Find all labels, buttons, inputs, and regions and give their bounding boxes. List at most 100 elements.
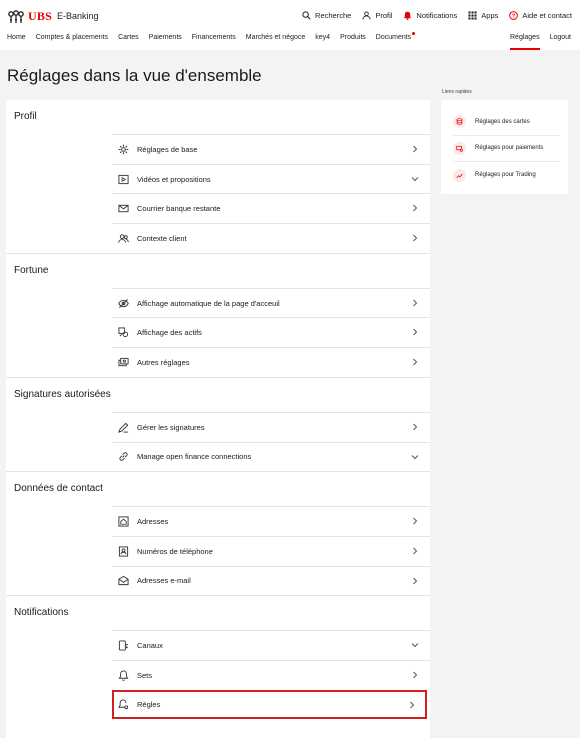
channels-icon — [118, 640, 129, 651]
chevron-down-icon — [411, 175, 419, 183]
contact-card-icon — [118, 546, 129, 557]
settings-row-asset-display[interactable]: Affichage des actifs — [112, 317, 430, 347]
bell-settings-icon — [118, 699, 129, 710]
settings-row-rules[interactable]: Règles — [112, 689, 427, 720]
row-label: Canaux — [137, 641, 163, 651]
settings-row-client-context[interactable]: Contexte client — [112, 223, 430, 253]
profile-button[interactable]: Profil — [362, 11, 392, 20]
row-label: Vidéos et propositions — [137, 174, 211, 184]
settings-row-mail-hold[interactable]: Courrier banque restante — [112, 193, 430, 223]
row-label: Manage open finance connections — [137, 452, 252, 462]
row-label: Règles — [137, 700, 161, 710]
svg-text:?: ? — [512, 14, 516, 20]
video-icon — [118, 174, 129, 185]
trading-icon — [453, 168, 466, 182]
nav-financing[interactable]: Financements — [192, 34, 236, 50]
apps-grid-icon — [468, 11, 477, 20]
settings-row-phone-numbers[interactable]: Numéros de téléphone — [112, 535, 430, 566]
help-contact-button[interactable]: ? Aide et contact — [509, 11, 572, 20]
settings-row-manage-signatures[interactable]: Gérer les signatures — [112, 411, 430, 442]
section-title: Données de contact — [14, 483, 103, 495]
link-icon — [118, 451, 129, 462]
nav-logout[interactable]: Logout — [550, 34, 571, 50]
chevron-right-icon — [411, 577, 419, 585]
settings-row-channels[interactable]: Canaux — [112, 630, 430, 660]
bell-icon — [403, 11, 412, 20]
settings-row-addresses[interactable]: Adresses — [112, 506, 430, 536]
nav-payments[interactable]: Paiements — [149, 34, 182, 50]
chevron-right-icon — [411, 517, 419, 525]
row-label: Autres réglages — [137, 357, 190, 367]
row-label: Gérer les signatures — [137, 422, 205, 432]
chevron-right-icon — [411, 299, 419, 307]
brand-name: UBS — [28, 9, 52, 23]
new-indicator-dot — [412, 32, 416, 35]
search-label: Recherche — [315, 11, 352, 20]
chevron-right-icon — [411, 234, 419, 242]
chevron-right-icon — [408, 701, 416, 709]
profile-icon — [362, 11, 371, 20]
section-title: Profil — [14, 111, 37, 122]
settings-row-basic[interactable]: Réglages de base — [112, 134, 430, 164]
profile-label: Profil — [375, 11, 393, 20]
apps-button[interactable]: Apps — [468, 11, 498, 20]
quick-link-trading-settings[interactable]: Réglages pour Trading — [453, 162, 560, 189]
row-label: Contexte client — [137, 233, 187, 243]
app-name: E-Banking — [57, 11, 99, 21]
quick-link-card-settings[interactable]: Réglages des cartes — [453, 109, 560, 136]
settings-row-open-finance[interactable]: Manage open finance connections — [112, 441, 430, 472]
settings-row-email-addresses[interactable]: Adresses e-mail — [112, 565, 430, 596]
help-label: Aide et contact — [522, 11, 572, 20]
chevron-right-icon — [411, 547, 419, 555]
nav-key4[interactable]: key4 — [315, 34, 330, 50]
card-settings-icon — [453, 115, 466, 129]
nav-accounts[interactable]: Comptes & placements — [36, 34, 108, 50]
settings-row-sets[interactable]: Sets — [112, 659, 430, 690]
users-icon — [118, 233, 129, 244]
chevron-right-icon — [411, 671, 419, 679]
quick-link-label: Réglages pour Trading — [475, 172, 536, 179]
row-label: Sets — [137, 670, 153, 680]
nav-products[interactable]: Produits — [340, 34, 366, 50]
top-bar: UBS E-Banking Recherche Profil Notificat… — [0, 0, 580, 50]
eye-off-icon — [118, 298, 129, 309]
nav-settings[interactable]: Réglages — [510, 34, 540, 50]
chevron-down-icon — [411, 453, 419, 461]
settings-row-other[interactable]: Autres réglages — [112, 347, 430, 377]
settings-row-videos[interactable]: Vidéos et propositions — [112, 163, 430, 194]
chevron-down-icon — [411, 641, 419, 649]
page-title: Réglages dans la vue d'ensemble — [7, 66, 262, 85]
ubs-logo[interactable]: UBS — [7, 9, 52, 24]
search-button[interactable]: Recherche — [302, 11, 351, 20]
keys-logo-icon — [7, 9, 25, 24]
notifications-button[interactable]: Notifications — [403, 11, 457, 20]
gear-icon — [118, 144, 129, 155]
chevron-right-icon — [411, 358, 419, 366]
quick-link-label: Réglages des cartes — [475, 118, 530, 125]
section-signatures: Signatures autorisées Gérer les signatur… — [6, 378, 430, 473]
mail-icon — [118, 203, 129, 214]
home-icon — [118, 516, 129, 527]
nav-markets[interactable]: Marchés et négoce — [246, 34, 306, 50]
nav-documents-label: Documents — [375, 34, 412, 41]
row-label: Courrier banque restante — [137, 204, 221, 214]
signature-icon — [118, 422, 129, 433]
chevron-right-icon — [411, 204, 419, 212]
nav-home[interactable]: Home — [7, 34, 26, 50]
payment-settings-icon — [453, 141, 466, 155]
quick-link-label: Réglages pour paiements — [475, 145, 544, 152]
row-label: Réglages de base — [137, 144, 198, 154]
nav-cards[interactable]: Cartes — [118, 34, 139, 50]
row-label: Affichage des actifs — [137, 328, 202, 338]
header-actions: Recherche Profil Notifications Apps ? Ai… — [302, 11, 572, 20]
assets-icon — [118, 327, 129, 338]
settings-row-auto-homepage[interactable]: Affichage automatique de la page d'acceu… — [112, 287, 430, 318]
chevron-right-icon — [411, 145, 419, 153]
notifications-label: Notifications — [416, 11, 458, 20]
quick-link-payment-settings[interactable]: Réglages pour paiements — [453, 136, 560, 162]
row-label: Affichage automatique de la page d'acceu… — [137, 298, 280, 308]
settings-panel: Profil Réglages de base Vidéos et propos… — [6, 100, 430, 738]
nav-documents[interactable]: Documents — [375, 32, 416, 50]
section-profile: Profil Réglages de base Vidéos et propos… — [6, 100, 430, 254]
apps-label: Apps — [481, 11, 499, 20]
